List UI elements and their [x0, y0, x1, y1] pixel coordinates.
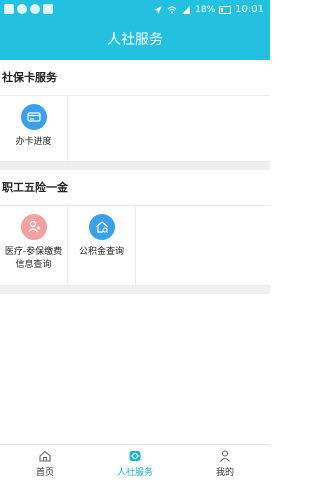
notification-icons — [4, 4, 53, 14]
section-title-five-insurances: 职工五险一金 — [0, 170, 270, 206]
battery-percent: 18% — [195, 4, 216, 15]
wifi-icon — [167, 6, 177, 13]
clock: 10:01 — [235, 4, 264, 15]
tab-home-label: 首页 — [35, 468, 54, 478]
housing-fund-item[interactable]: 公积金查询 — [68, 206, 136, 285]
medical-insurance-label: 医疗-参保缴费信息查询 — [4, 247, 63, 270]
system-indicators: 18% 10:01 — [153, 4, 264, 15]
tab-service-label: 人社服务 — [116, 468, 153, 478]
empty-cell — [68, 96, 270, 161]
tab-mine[interactable]: 我的 — [180, 445, 270, 480]
section-divider — [0, 162, 270, 170]
tab-mine-label: 我的 — [215, 468, 234, 478]
section-title-social-card: 社保卡服务 — [0, 60, 270, 96]
status-bar: 18% 10:01 — [0, 0, 270, 20]
medical-insurance-icon — [20, 214, 47, 240]
housing-fund-icon — [88, 214, 115, 240]
page-title: 人社服务 — [107, 32, 163, 48]
tab-home[interactable]: 首页 — [0, 445, 90, 480]
card-progress-label: 办卡进度 — [15, 137, 52, 147]
download-notification-icon — [30, 4, 40, 14]
medical-insurance-item[interactable]: 医疗-参保缴费信息查询 — [0, 206, 68, 285]
card-progress-item[interactable]: 办卡进度 — [0, 96, 68, 161]
sync-notification-icon — [17, 4, 27, 14]
tab-service[interactable]: 人社服务 — [90, 445, 180, 480]
location-icon — [154, 5, 163, 14]
empty-cell — [136, 206, 270, 285]
user-icon — [220, 450, 230, 462]
social-card-grid: 办卡进度 — [0, 96, 270, 162]
image-notification-icon — [43, 4, 53, 14]
card-progress-icon — [20, 104, 47, 130]
battery-icon — [219, 5, 232, 14]
housing-fund-label: 公积金查询 — [78, 247, 124, 257]
service-icon — [129, 451, 141, 461]
page-header: 人社服务 — [0, 20, 270, 60]
app-notification-icon — [4, 4, 14, 14]
five-insurances-grid: 医疗-参保缴费信息查询 公积金查询 — [0, 206, 270, 286]
bottom-tab-bar: 首页 人社服务 我的 — [0, 444, 270, 480]
home-icon — [39, 450, 51, 462]
signal-icon — [182, 5, 191, 14]
section-divider — [0, 286, 270, 294]
